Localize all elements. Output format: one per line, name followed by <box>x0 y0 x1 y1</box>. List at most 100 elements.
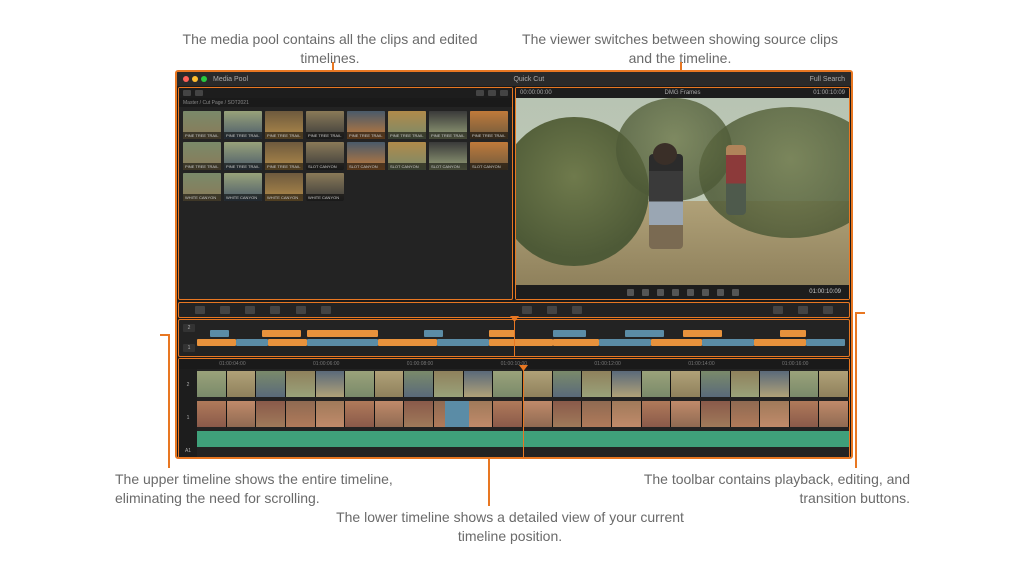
source-overwrite-button[interactable] <box>321 306 331 314</box>
search-icon[interactable] <box>488 90 496 96</box>
clip-thumbnail[interactable] <box>227 401 257 427</box>
track-label-v1[interactable]: 1 <box>183 344 195 352</box>
clip-thumbnail[interactable] <box>701 401 731 427</box>
timeline-segment[interactable] <box>599 339 651 346</box>
clip-thumbnail[interactable] <box>731 401 761 427</box>
grid-view-icon[interactable] <box>195 90 203 96</box>
viewer-canvas[interactable] <box>516 98 849 285</box>
timeline-segment[interactable] <box>197 339 236 346</box>
clip-thumbnail[interactable] <box>731 371 761 397</box>
timeline-segment[interactable] <box>262 330 301 337</box>
clip-thumbnail[interactable] <box>760 371 790 397</box>
timeline-segment[interactable] <box>378 339 436 346</box>
clip-thumbnail[interactable] <box>345 401 375 427</box>
media-clip[interactable]: PINE TREE TRAIL <box>224 142 262 170</box>
media-clip[interactable]: PINE TREE TRAIL <box>224 111 262 139</box>
media-pool-breadcrumb[interactable]: Master / Cut Page / SOT2021 <box>179 98 512 107</box>
upper-playhead[interactable] <box>514 320 515 356</box>
media-clip[interactable]: PINE TREE TRAIL <box>183 111 221 139</box>
clip-thumbnail[interactable] <box>553 371 583 397</box>
next-edit-icon[interactable] <box>717 289 724 296</box>
clip-thumbnail[interactable] <box>790 401 820 427</box>
media-clip[interactable]: PINE TREE TRAIL <box>183 142 221 170</box>
timeline-segment[interactable] <box>553 330 585 337</box>
maximize-icon[interactable] <box>201 76 207 82</box>
quick-cut-tab[interactable]: Quick Cut <box>513 76 544 83</box>
media-pool-tab[interactable]: Media Pool <box>213 76 248 83</box>
timeline-segment[interactable] <box>437 339 489 346</box>
timeline-segment[interactable] <box>489 339 554 346</box>
track-label-v2[interactable]: 2 <box>183 324 195 332</box>
media-clip[interactable]: SLOT CANYON <box>347 142 385 170</box>
timeline-segment[interactable] <box>683 330 722 337</box>
timeline-segment[interactable] <box>702 339 754 346</box>
track-header-v1[interactable]: 1 <box>187 415 190 421</box>
clip-thumbnail[interactable] <box>582 371 612 397</box>
timeline-segment[interactable] <box>307 330 378 337</box>
timeline-segment[interactable] <box>424 330 443 337</box>
transition-smooth-button[interactable] <box>572 306 582 314</box>
close-icon[interactable] <box>183 76 189 82</box>
timeline-segment[interactable] <box>268 339 307 346</box>
clip-thumbnail[interactable] <box>256 371 286 397</box>
options-icon[interactable] <box>500 90 508 96</box>
clip-thumbnail[interactable] <box>819 371 849 397</box>
clip-thumbnail[interactable] <box>197 401 227 427</box>
upper-timeline-track-1[interactable] <box>197 339 845 346</box>
clip-thumbnail[interactable] <box>642 401 672 427</box>
lower-timeline[interactable]: 01:00:04:0001:00:06:0001:00:08:0001:00:1… <box>178 358 850 459</box>
play-reverse-icon[interactable] <box>672 289 679 296</box>
tools-icon[interactable] <box>773 306 783 314</box>
clip-thumbnail[interactable] <box>404 401 434 427</box>
timeline-segment[interactable] <box>625 330 664 337</box>
media-clip[interactable]: WHITE CANYON <box>183 173 221 201</box>
clip-thumbnail[interactable] <box>227 371 257 397</box>
media-clip[interactable]: PINE TREE TRAIL <box>265 142 303 170</box>
clip-thumbnail[interactable] <box>582 401 612 427</box>
clip-thumbnail[interactable] <box>612 371 642 397</box>
clip-thumbnail[interactable] <box>256 401 286 427</box>
timeline-segment[interactable] <box>307 339 378 346</box>
append-button[interactable] <box>220 306 230 314</box>
clip-thumbnail[interactable] <box>404 371 434 397</box>
timeline-segment[interactable] <box>553 339 598 346</box>
list-view-icon[interactable] <box>183 90 191 96</box>
timeline-segment[interactable] <box>806 339 845 346</box>
transition-cut-button[interactable] <box>522 306 532 314</box>
media-clip[interactable]: SLOT CANYON <box>306 142 344 170</box>
timeline-segment[interactable] <box>210 330 229 337</box>
timeline-segment[interactable] <box>754 339 806 346</box>
media-clip[interactable]: PINE TREE TRAIL <box>347 111 385 139</box>
clip-thumbnail[interactable] <box>493 401 523 427</box>
timeline-ruler[interactable]: 01:00:04:0001:00:06:0001:00:08:0001:00:1… <box>179 359 849 369</box>
clip-thumbnail[interactable] <box>790 371 820 397</box>
mark-out-icon[interactable] <box>642 289 649 296</box>
stop-icon[interactable] <box>687 289 694 296</box>
clip-thumbnail[interactable] <box>523 371 553 397</box>
clip-thumbnail[interactable] <box>375 401 405 427</box>
place-on-top-button[interactable] <box>296 306 306 314</box>
marker-icon[interactable] <box>823 306 833 314</box>
clip-thumbnail[interactable] <box>345 371 375 397</box>
clip-thumbnail[interactable] <box>553 401 583 427</box>
minimize-icon[interactable] <box>192 76 198 82</box>
clip-thumbnail[interactable] <box>434 371 464 397</box>
clip-thumbnail[interactable] <box>671 371 701 397</box>
smart-insert-button[interactable] <box>195 306 205 314</box>
timeline-segment[interactable] <box>236 339 268 346</box>
clip-thumbnail[interactable] <box>286 371 316 397</box>
upper-timeline[interactable]: 2 1 <box>178 319 850 357</box>
media-clip[interactable]: WHITE CANYON <box>224 173 262 201</box>
clip-thumbnail[interactable] <box>671 401 701 427</box>
media-clip[interactable]: PINE TREE TRAIL <box>470 111 508 139</box>
clip-thumbnail[interactable] <box>701 371 731 397</box>
track-header-a1[interactable]: A1 <box>185 448 191 454</box>
media-clip[interactable]: SLOT CANYON <box>429 142 467 170</box>
media-clip[interactable]: PINE TREE TRAIL <box>265 111 303 139</box>
traffic-lights[interactable] <box>183 76 207 82</box>
media-clip[interactable]: PINE TREE TRAIL <box>388 111 426 139</box>
track-header-v2[interactable]: 2 <box>187 382 190 388</box>
upper-timeline-track-2[interactable] <box>197 330 845 337</box>
timeline-segment[interactable] <box>651 339 703 346</box>
clip-thumbnail[interactable] <box>819 401 849 427</box>
